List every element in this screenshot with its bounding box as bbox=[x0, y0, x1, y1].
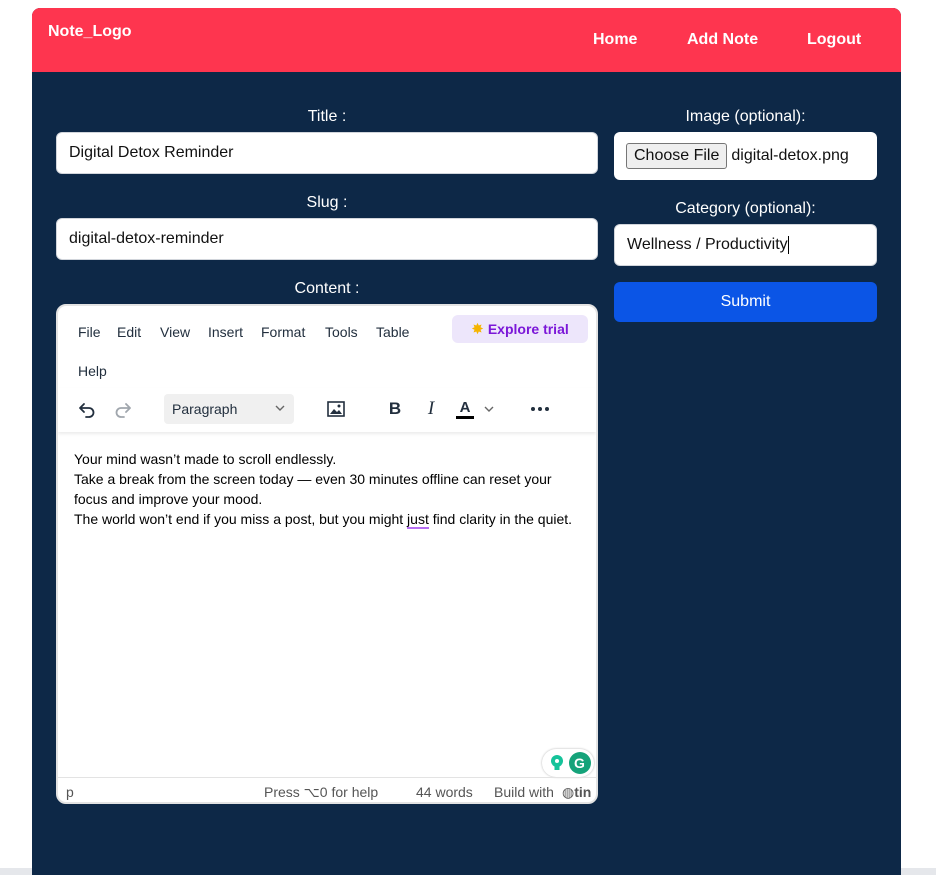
bold-icon[interactable]: B bbox=[380, 394, 410, 424]
menu-view[interactable]: View bbox=[160, 324, 190, 340]
explore-trial-button[interactable]: ✸ Explore trial bbox=[452, 315, 588, 343]
help-hint: Press ⌥0 for help bbox=[264, 784, 379, 800]
redo-icon[interactable] bbox=[108, 394, 138, 424]
text-cursor bbox=[787, 236, 789, 254]
explore-trial-label: Explore trial bbox=[487, 321, 569, 337]
text-color-chevron-icon[interactable] bbox=[480, 394, 498, 424]
category-input[interactable]: Wellness / Productivity bbox=[614, 224, 877, 266]
category-label: Category (optional): bbox=[675, 200, 816, 217]
word-count[interactable]: 44 words bbox=[416, 784, 473, 800]
content-line-2: Take a break from the screen today — eve… bbox=[74, 471, 552, 507]
image-file-input[interactable]: Choose File digital-detox.png bbox=[614, 132, 877, 180]
menu-table[interactable]: Table bbox=[376, 324, 409, 340]
menu-insert[interactable]: Insert bbox=[208, 324, 243, 340]
menu-tools[interactable]: Tools bbox=[325, 324, 358, 340]
navbar: Note_Logo Home Add Note Logout bbox=[32, 8, 901, 72]
chevron-down-icon bbox=[274, 401, 286, 417]
editor-content[interactable]: Your mind wasn’t made to scroll endlessl… bbox=[74, 449, 584, 529]
nav-logout-link[interactable]: Logout bbox=[807, 31, 861, 49]
title-label: Title : bbox=[307, 108, 347, 125]
logo[interactable]: Note_Logo bbox=[48, 23, 132, 41]
build-with-label[interactable]: Build with bbox=[494, 784, 554, 800]
lightbulb-icon[interactable] bbox=[545, 752, 568, 774]
italic-icon[interactable]: I bbox=[416, 394, 446, 424]
app-container: Note_Logo Home Add Note Logout Title : D… bbox=[32, 8, 901, 875]
sparkle-icon: ✸ bbox=[471, 321, 484, 338]
menu-file[interactable]: File bbox=[78, 324, 101, 340]
undo-icon[interactable] bbox=[72, 394, 102, 424]
tiny-logo-icon[interactable]: ◍tin bbox=[562, 784, 591, 801]
grammarly-icon[interactable]: G bbox=[568, 752, 591, 774]
element-path[interactable]: p bbox=[66, 784, 74, 800]
more-icon[interactable] bbox=[525, 394, 555, 424]
block-format-select[interactable]: Paragraph bbox=[164, 394, 294, 424]
image-icon[interactable] bbox=[321, 394, 351, 424]
content-line-3-end: find clarity in the quiet. bbox=[428, 511, 573, 527]
editor-menubar: File Edit View Insert Format Tools Table… bbox=[58, 306, 596, 386]
category-value: Wellness / Productivity bbox=[627, 236, 788, 253]
menu-format[interactable]: Format bbox=[261, 324, 305, 340]
content-line-1: Your mind wasn’t made to scroll endlessl… bbox=[74, 451, 337, 467]
page-gutter bbox=[901, 0, 936, 875]
content-line-3: The world won’t end if you miss a post, … bbox=[74, 509, 584, 529]
nav-add-note-link[interactable]: Add Note bbox=[687, 31, 758, 49]
block-format-value: Paragraph bbox=[172, 401, 238, 417]
rich-text-editor: File Edit View Insert Format Tools Table… bbox=[56, 304, 598, 804]
editor-toolbar: Paragraph B I A bbox=[58, 388, 596, 432]
submit-button[interactable]: Submit bbox=[614, 282, 877, 322]
menu-edit[interactable]: Edit bbox=[117, 324, 141, 340]
slug-input[interactable]: digital-detox-reminder bbox=[56, 218, 598, 260]
choose-file-button[interactable]: Choose File bbox=[626, 143, 728, 169]
grammar-suggestion-word[interactable]: just bbox=[407, 511, 429, 529]
content-line-3-start: The world won’t end if you miss a post, … bbox=[74, 511, 408, 527]
image-label: Image (optional): bbox=[685, 108, 806, 125]
editor-statusbar: p Press ⌥0 for help 44 words Build with … bbox=[58, 777, 596, 802]
content-label: Content : bbox=[294, 280, 360, 297]
title-input[interactable]: Digital Detox Reminder bbox=[56, 132, 598, 174]
text-color-icon[interactable]: A bbox=[452, 394, 478, 424]
nav-home-link[interactable]: Home bbox=[593, 31, 637, 49]
menu-help[interactable]: Help bbox=[78, 363, 107, 379]
grammarly-widget[interactable]: G bbox=[542, 749, 594, 777]
file-name: digital-detox.png bbox=[731, 147, 849, 164]
slug-label: Slug : bbox=[306, 194, 348, 211]
